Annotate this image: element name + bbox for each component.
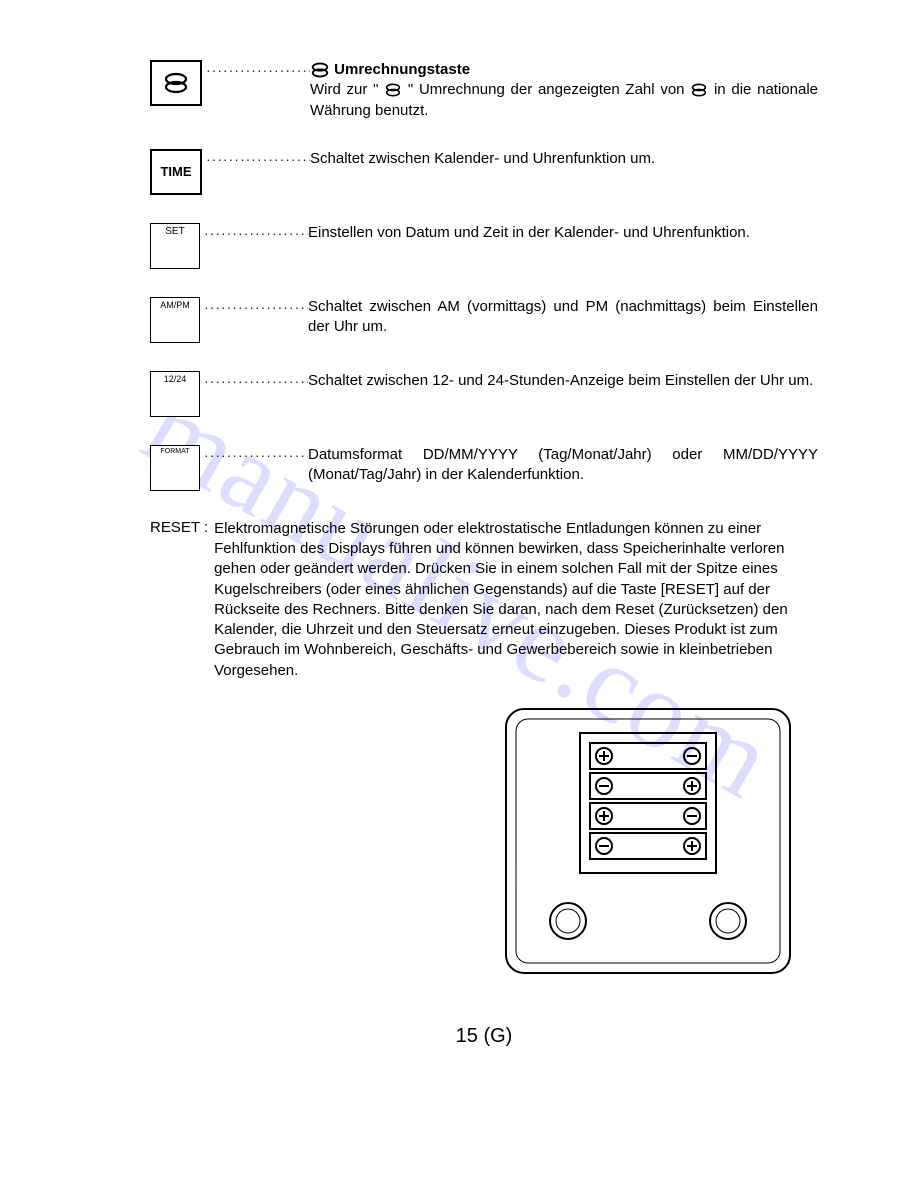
title-umrechnung: Umrechnungstaste	[334, 61, 470, 78]
key-row-set: SET ···················· Einstellen von …	[150, 223, 818, 269]
key-time: TIME	[150, 149, 202, 195]
desc-1224: Schaltet zwischen 12- und 24-Stunden-Anz…	[308, 371, 818, 391]
desc-format: Datumsformat DD/MM/YYYY (Tag/Monat/Jahr)…	[308, 445, 818, 486]
manual-page: ···················· Umrechnungstaste Wi…	[0, 0, 918, 1088]
leader-dots: ····················	[202, 149, 310, 169]
battery-diagram	[498, 701, 798, 985]
key-coin	[150, 60, 202, 106]
key-row-time: TIME ···················· Schaltet zwisc…	[150, 149, 818, 195]
key-row-ampm: AM/PM ···················· Schaltet zwis…	[150, 297, 818, 343]
desc-ampm: Schaltet zwischen AM (vormittags) und PM…	[308, 297, 818, 338]
coin-icon	[163, 72, 189, 94]
key-row-format: FORMAT ···················· Datumsformat…	[150, 445, 818, 491]
key-1224: 12/24	[150, 371, 200, 417]
leader-dots: ····················	[202, 60, 310, 80]
key-set: SET	[150, 223, 200, 269]
leader-dots: ····················	[200, 223, 308, 243]
reset-text: Elektromagnetische Störungen oder elektr…	[214, 519, 818, 681]
page-number: 15 (G)	[150, 1025, 818, 1048]
leader-dots: ····················	[200, 445, 308, 465]
key-ampm: AM/PM	[150, 297, 200, 343]
key-format: FORMAT	[150, 445, 200, 491]
reset-section: RESET : Elektromagnetische Störungen ode…	[150, 519, 818, 681]
reset-label: RESET :	[150, 519, 208, 681]
leader-dots: ····················	[200, 371, 308, 391]
desc-time: Schaltet zwischen Kalender- und Uhrenfun…	[310, 149, 818, 169]
coin-icon-inline3	[690, 83, 708, 97]
key-row-1224: 12/24 ···················· Schaltet zwis…	[150, 371, 818, 417]
coin-icon-inline2	[384, 83, 402, 97]
key-row-umrechnung: ···················· Umrechnungstaste Wi…	[150, 60, 818, 121]
desc-set: Einstellen von Datum und Zeit in der Kal…	[308, 223, 818, 243]
coin-icon-inline	[310, 62, 330, 78]
desc-umrechnung: Umrechnungstaste Wird zur " " Umrechnung…	[310, 60, 818, 121]
leader-dots: ····················	[200, 297, 308, 317]
